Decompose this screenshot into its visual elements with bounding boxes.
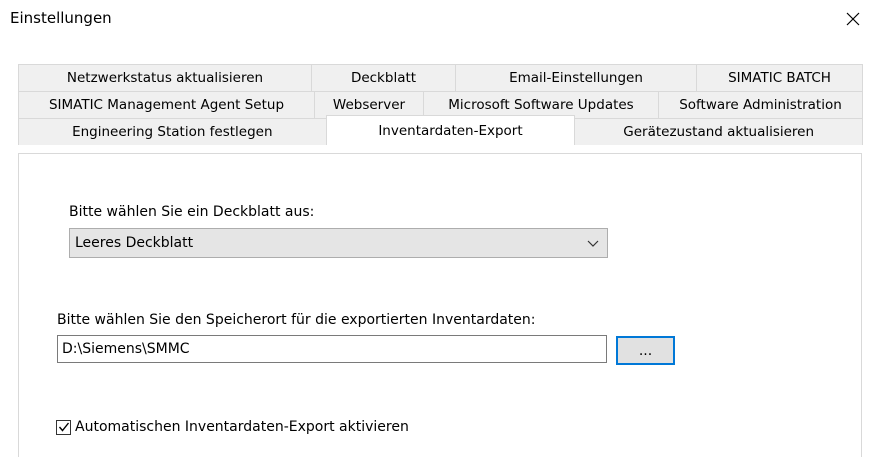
tab-inventardaten-export[interactable]: Inventardaten-Export	[325, 115, 576, 145]
tab-engineering-station[interactable]: Engineering Station festlegen	[18, 118, 327, 145]
tab-software-administration[interactable]: Software Administration	[658, 91, 863, 118]
tab-netzwerkstatus[interactable]: Netzwerkstatus aktualisieren	[18, 64, 312, 91]
auto-export-label: Automatischen Inventardaten-Export aktiv…	[75, 419, 409, 435]
tab-row-1: Netzwerkstatus aktualisieren Deckblatt E…	[18, 64, 863, 91]
location-input[interactable]: D:\Siemens\SMMC	[57, 335, 607, 363]
auto-export-checkbox[interactable]	[56, 419, 71, 435]
tab-simatic-batch[interactable]: SIMATIC BATCH	[696, 64, 863, 91]
location-label: Bitte wählen Sie den Speicherort für die…	[57, 312, 536, 328]
tab-row-3: Engineering Station festlegen Inventarda…	[18, 115, 863, 145]
cover-label: Bitte wählen Sie ein Deckblatt aus:	[69, 204, 315, 220]
tab-strip: Netzwerkstatus aktualisieren Deckblatt E…	[18, 64, 863, 145]
tab-panel-inventardaten-export: Bitte wählen Sie ein Deckblatt aus: Leer…	[18, 153, 862, 457]
tab-microsoft-updates[interactable]: Microsoft Software Updates	[423, 91, 659, 118]
close-button[interactable]	[838, 4, 868, 34]
tab-geraetezustand[interactable]: Gerätezustand aktualisieren	[574, 118, 863, 145]
chevron-down-icon	[587, 240, 599, 247]
location-input-value: D:\Siemens\SMMC	[62, 341, 190, 357]
browse-button[interactable]: ...	[616, 336, 675, 365]
tab-deckblatt[interactable]: Deckblatt	[311, 64, 456, 91]
checkmark-icon	[58, 422, 69, 432]
close-icon	[846, 12, 860, 26]
cover-dropdown[interactable]: Leeres Deckblatt	[69, 228, 608, 258]
auto-export-checkbox-row[interactable]: Automatischen Inventardaten-Export aktiv…	[56, 419, 409, 435]
cover-dropdown-value: Leeres Deckblatt	[75, 235, 194, 251]
tab-row-2: SIMATIC Management Agent Setup Webserver…	[18, 91, 863, 118]
tab-management-agent-setup[interactable]: SIMATIC Management Agent Setup	[18, 91, 315, 118]
tab-webserver[interactable]: Webserver	[314, 91, 424, 118]
window-title: Einstellungen	[10, 9, 112, 27]
tab-email-einstellungen[interactable]: Email-Einstellungen	[455, 64, 697, 91]
